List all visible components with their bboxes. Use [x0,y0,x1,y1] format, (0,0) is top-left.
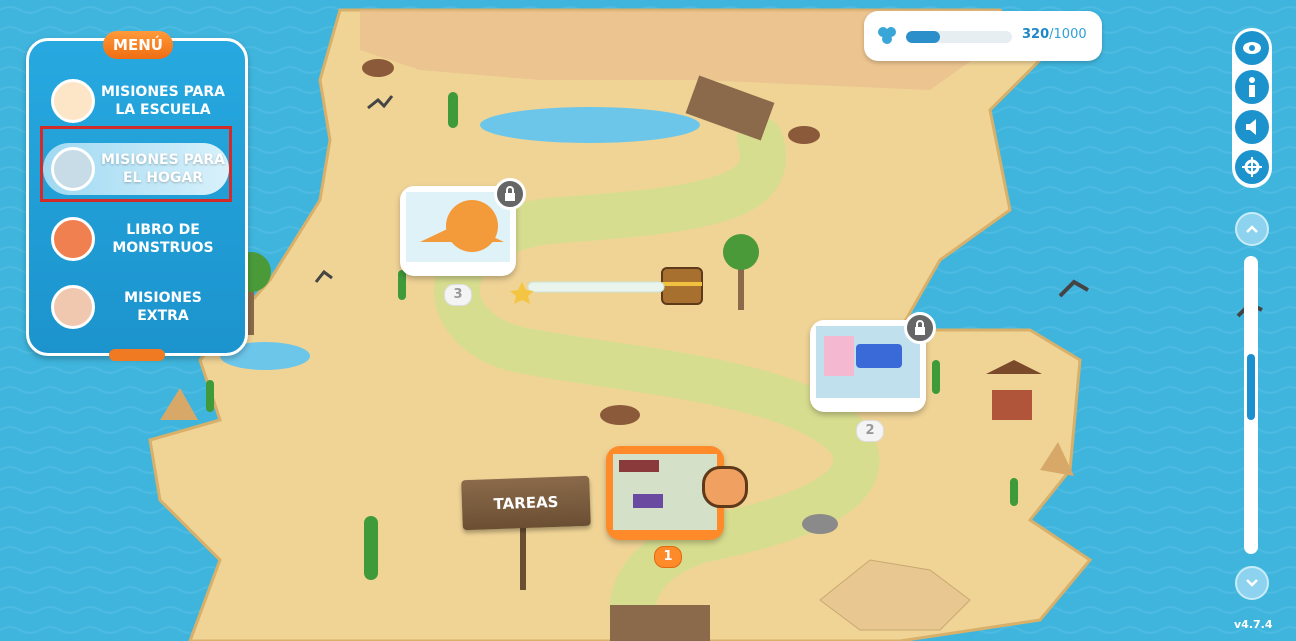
cactus [364,516,378,580]
menu-bottom-tab [109,349,165,361]
clover-icon [878,27,896,44]
school-map-icon [51,79,95,123]
rock [802,514,838,534]
sign-post [520,520,526,590]
feather-scroll-icon [51,285,95,329]
right-toolbar [1232,28,1272,188]
cactus [1010,478,1018,506]
mission-number-3: 3 [444,284,472,306]
mission-number-2: 2 [856,420,884,442]
robot-thumbnail [816,326,920,398]
treasure-chest [661,267,703,305]
score-max: /1000 [1049,27,1087,42]
menu-item-label: MISIONES PARA LA ESCUELA [101,84,225,118]
scrollbar-thumb[interactable] [1247,354,1255,420]
menu-title: MENÚ [103,31,173,59]
score-text: 320/1000 [1022,27,1087,42]
star-progress-bar [527,281,665,293]
monster-book-icon [51,217,95,261]
menu-item-monster-book[interactable]: LIBRO DE MONSTRUOS [43,213,229,265]
info-icon[interactable] [1235,70,1269,104]
mission-number-1: 1 [654,546,682,568]
rock [788,126,820,144]
top-lake [480,107,700,143]
bottom-bridge [610,605,710,641]
eye-icon[interactable] [1235,31,1269,65]
score-fill [906,31,940,43]
menu-item-label: MISIONES EXTRA [124,290,202,324]
menu-item-label: LIBRO DE MONSTRUOS [112,222,214,256]
lock-icon [494,178,526,210]
menu-item-school-missions[interactable]: MISIONES PARA LA ESCUELA [43,75,229,127]
chevron-up-icon[interactable] [1235,212,1269,246]
location-icon[interactable] [1235,150,1269,184]
version-label: v4.7.4 [1234,618,1273,631]
score-current: 320 [1022,27,1050,42]
mission-card-1[interactable] [606,446,748,540]
game-stage: 3 2 1 TAREAS MENÚ MISIONES PARA LA ESCUE… [0,0,1296,641]
active-menu-highlight [40,126,232,202]
pizza-fraction-thumbnail [406,192,510,262]
cactus [206,380,214,412]
tareas-sign[interactable]: TAREAS [461,475,591,531]
cactus [932,360,940,394]
lock-icon [904,312,936,344]
rock [600,405,640,425]
scrollbar[interactable] [1244,256,1258,554]
score-progress: 320/1000 [864,11,1102,61]
rock [362,59,394,77]
score-track [906,31,1012,43]
cactus [448,92,458,128]
menu-item-extra-missions[interactable]: MISIONES EXTRA [43,281,229,333]
chevron-down-icon[interactable] [1235,566,1269,600]
cactus [398,270,406,300]
pointing-hand-icon [702,466,748,508]
sound-icon[interactable] [1235,110,1269,144]
